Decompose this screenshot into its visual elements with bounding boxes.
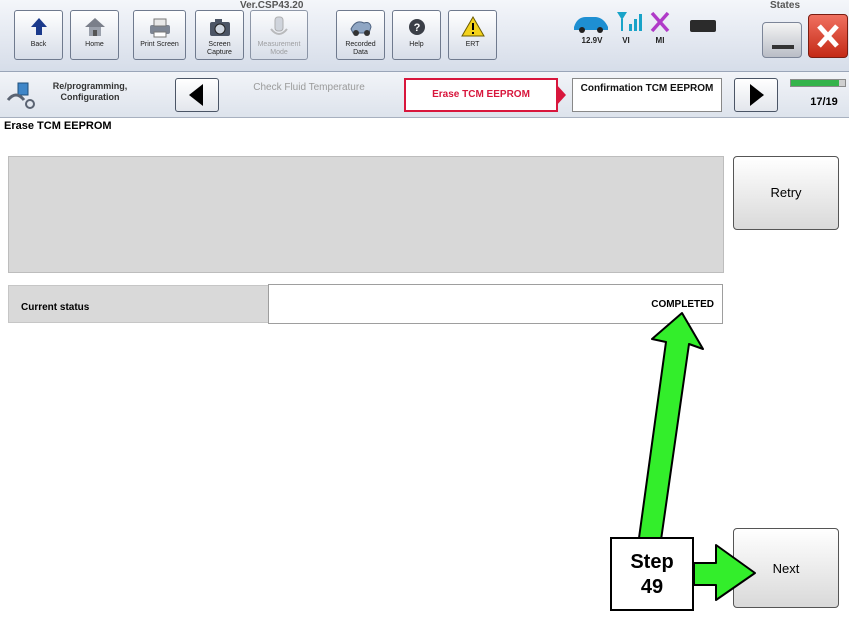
step-number: 49 bbox=[640, 576, 664, 598]
annotation-arrows bbox=[638, 312, 756, 601]
right-arrow-to-next bbox=[693, 544, 756, 601]
up-arrow-to-status bbox=[638, 312, 704, 541]
step-word: Step bbox=[630, 551, 674, 573]
step-callout: Step 49 bbox=[610, 537, 694, 611]
